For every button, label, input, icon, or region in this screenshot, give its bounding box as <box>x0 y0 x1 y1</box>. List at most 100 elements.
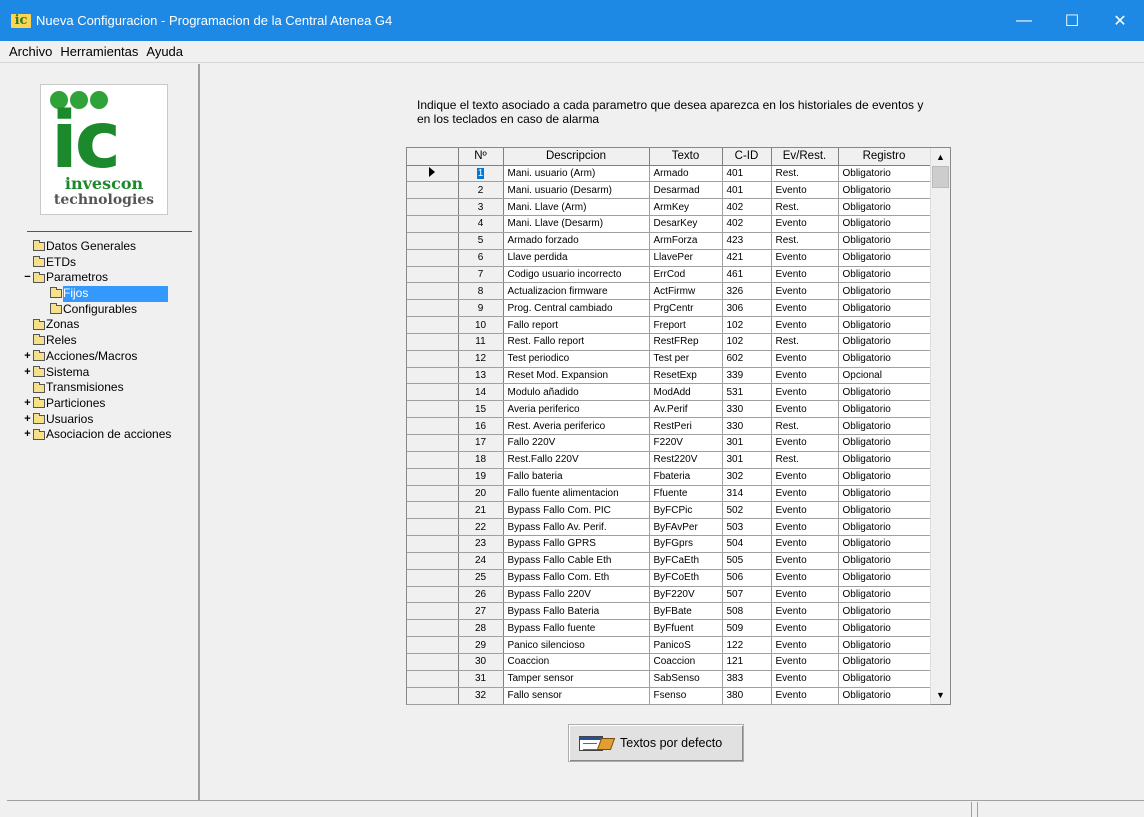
cell-cid[interactable]: 509 <box>722 619 772 638</box>
cell-registro[interactable]: Obligatorio <box>838 383 931 402</box>
cell-ev-rest[interactable]: Evento <box>771 653 839 671</box>
cell-ev-rest[interactable]: Rest. <box>771 232 839 250</box>
cell-descripcion[interactable]: Actualizacion firmware <box>503 282 650 301</box>
cell-descripcion[interactable]: Coaccion <box>503 653 650 671</box>
cell-cid[interactable]: 121 <box>722 653 772 671</box>
cell-number[interactable]: 2 <box>458 181 504 200</box>
cell-texto[interactable]: Desarmad <box>649 181 723 200</box>
table-row[interactable]: 12 Test periodico Test per 602 Evento Obligat… <box>407 350 931 368</box>
cell-texto[interactable]: ErrCod <box>649 266 723 284</box>
cell-descripcion[interactable]: Tamper sensor <box>503 670 650 688</box>
row-indicator[interactable] <box>407 485 459 503</box>
table-row[interactable]: 7 Codigo usuario incorrecto ErrCod 461 Event… <box>407 266 931 284</box>
tree-item-datos-generales[interactable]: Datos Generales <box>22 239 194 255</box>
cell-ev-rest[interactable]: Rest. <box>771 417 839 435</box>
table-row[interactable]: 8 Actualizacion firmware ActFirmw 326 Evento… <box>407 282 931 301</box>
cell-cid[interactable]: 503 <box>722 518 772 537</box>
cell-registro[interactable]: Obligatorio <box>838 569 931 587</box>
cell-registro[interactable]: Obligatorio <box>838 249 931 267</box>
row-indicator[interactable] <box>407 468 459 486</box>
table-row[interactable]: 20 Fallo fuente alimentacion Ffuente 314 Eve… <box>407 485 931 503</box>
grid-vertical-scrollbar[interactable]: ▲ ▼ <box>930 148 950 704</box>
cell-registro[interactable]: Obligatorio <box>838 215 931 233</box>
cell-registro[interactable]: Obligatorio <box>838 266 931 284</box>
cell-ev-rest[interactable]: Evento <box>771 316 839 334</box>
row-indicator[interactable] <box>407 249 459 267</box>
cell-cid[interactable]: 302 <box>722 468 772 486</box>
expand-icon[interactable]: + <box>22 349 33 365</box>
cell-texto[interactable]: RestFRep <box>649 333 723 351</box>
cell-cid[interactable]: 507 <box>722 586 772 604</box>
row-indicator[interactable] <box>407 165 459 183</box>
table-row[interactable]: 2 Mani. usuario (Desarm) Desarmad 401 Evento… <box>407 181 931 200</box>
cell-descripcion[interactable]: Fallo sensor <box>503 687 650 705</box>
row-indicator[interactable] <box>407 518 459 537</box>
row-indicator[interactable] <box>407 535 459 553</box>
expand-icon[interactable]: + <box>22 365 33 381</box>
row-indicator[interactable] <box>407 350 459 368</box>
table-row[interactable]: 4 Mani. Llave (Desarm) DesarKey 402 Evento Ob… <box>407 215 931 233</box>
tree-item-acciones-macros[interactable]: + Acciones/Macros <box>22 349 194 365</box>
cell-ev-rest[interactable]: Evento <box>771 383 839 402</box>
header-registro[interactable]: Registro <box>838 148 931 166</box>
cell-texto[interactable]: ByFBate <box>649 602 723 621</box>
tree-item-asociacion-de-acciones[interactable]: + Asociacion de acciones <box>22 427 194 443</box>
row-indicator[interactable] <box>407 501 459 520</box>
cell-descripcion[interactable]: Fallo report <box>503 316 650 334</box>
cell-cid[interactable]: 102 <box>722 316 772 334</box>
table-row[interactable]: 24 Bypass Fallo Cable Eth ByFCaEth 505 Event… <box>407 552 931 570</box>
cell-cid[interactable]: 421 <box>722 249 772 267</box>
cell-texto[interactable]: Fbateria <box>649 468 723 486</box>
cell-number[interactable]: 22 <box>458 518 504 537</box>
cell-texto[interactable]: ByFfuent <box>649 619 723 638</box>
cell-registro[interactable]: Obligatorio <box>838 586 931 604</box>
cell-ev-rest[interactable]: Evento <box>771 367 839 385</box>
table-row[interactable]: 3 Mani. Llave (Arm) ArmKey 402 Rest. Obligato… <box>407 198 931 217</box>
cell-descripcion[interactable]: Fallo bateria <box>503 468 650 486</box>
minimize-button[interactable]: — <box>1000 0 1048 41</box>
cell-number[interactable]: 20 <box>458 485 504 503</box>
table-row[interactable]: 1 Mani. usuario (Arm) Armado 401 Rest. Obliga… <box>407 165 931 183</box>
row-indicator[interactable] <box>407 451 459 469</box>
cell-texto[interactable]: ArmKey <box>649 198 723 217</box>
cell-registro[interactable]: Obligatorio <box>838 602 931 621</box>
cell-registro[interactable]: Obligatorio <box>838 535 931 553</box>
row-indicator[interactable] <box>407 417 459 435</box>
cell-cid[interactable]: 314 <box>722 485 772 503</box>
cell-descripcion[interactable]: Bypass Fallo Com. Eth <box>503 569 650 587</box>
cell-descripcion[interactable]: Mani. usuario (Desarm) <box>503 181 650 200</box>
cell-number[interactable]: 5 <box>458 232 504 250</box>
table-row[interactable]: 22 Bypass Fallo Av. Perif. ByFAvPer 503 Even… <box>407 518 931 537</box>
table-row[interactable]: 16 Rest. Averia periferico RestPeri 330 Rest… <box>407 417 931 435</box>
menu-ayuda[interactable]: Ayuda <box>142 44 187 59</box>
row-indicator[interactable] <box>407 215 459 233</box>
cell-number[interactable]: 10 <box>458 316 504 334</box>
cell-registro[interactable]: Obligatorio <box>838 282 931 301</box>
cell-registro[interactable]: Obligatorio <box>838 552 931 570</box>
cell-ev-rest[interactable]: Evento <box>771 434 839 452</box>
cell-descripcion[interactable]: Mani. usuario (Arm) <box>503 165 650 183</box>
cell-registro[interactable]: Obligatorio <box>838 299 931 318</box>
table-row[interactable]: 6 Llave perdida LlavePer 421 Evento Obligator… <box>407 249 931 267</box>
table-row[interactable]: 14 Modulo añadido ModAdd 531 Evento Obligator… <box>407 383 931 402</box>
row-indicator[interactable] <box>407 266 459 284</box>
table-row[interactable]: 13 Reset Mod. Expansion ResetExp 339 Evento O… <box>407 367 931 385</box>
cell-ev-rest[interactable]: Evento <box>771 535 839 553</box>
header-cid[interactable]: C-ID <box>722 148 772 166</box>
cell-ev-rest[interactable]: Evento <box>771 400 839 419</box>
cell-descripcion[interactable]: Bypass Fallo fuente <box>503 619 650 638</box>
table-row[interactable]: 27 Bypass Fallo Bateria ByFBate 508 Evento Ob… <box>407 602 931 621</box>
table-row[interactable]: 29 Panico silencioso PanicoS 122 Evento Oblig… <box>407 636 931 654</box>
cell-texto[interactable]: DesarKey <box>649 215 723 233</box>
cell-cid[interactable]: 602 <box>722 350 772 368</box>
cell-number[interactable]: 18 <box>458 451 504 469</box>
cell-registro[interactable]: Obligatorio <box>838 316 931 334</box>
cell-registro[interactable]: Obligatorio <box>838 350 931 368</box>
cell-registro[interactable]: Obligatorio <box>838 400 931 419</box>
cell-cid[interactable]: 505 <box>722 552 772 570</box>
tree-item-fijos[interactable]: Fijos <box>22 286 194 302</box>
cell-texto[interactable]: ResetExp <box>649 367 723 385</box>
cell-descripcion[interactable]: Test periodico <box>503 350 650 368</box>
cell-ev-rest[interactable]: Rest. <box>771 333 839 351</box>
cell-descripcion[interactable]: Bypass Fallo 220V <box>503 586 650 604</box>
